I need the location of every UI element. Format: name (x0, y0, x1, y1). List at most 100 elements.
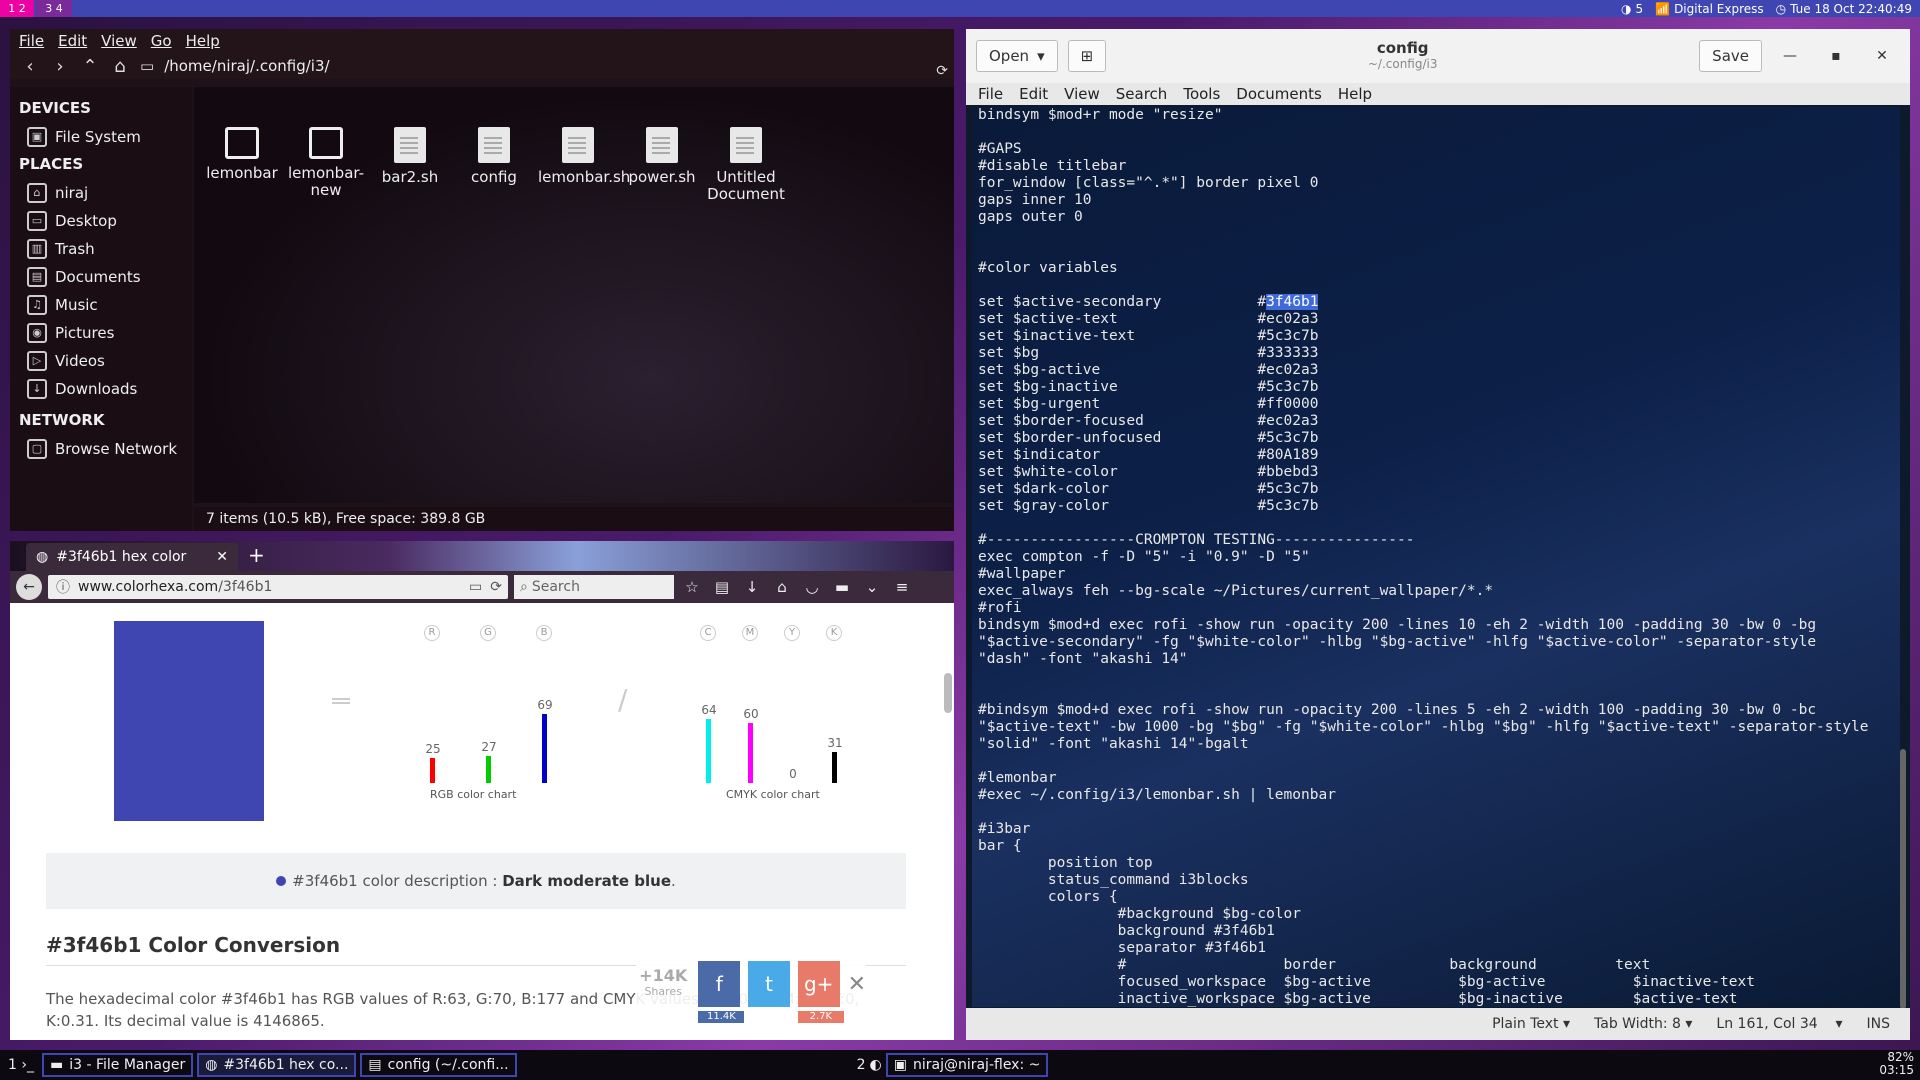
code-line: bindsym $mod+r mode "resize" (978, 107, 1223, 123)
code-line: "dash" -font "akashi 14" (978, 651, 1188, 667)
sidebar-item-pictures[interactable]: ◉ Pictures (19, 319, 192, 347)
minimize-icon[interactable]: — (1772, 48, 1808, 64)
sidebar-item-browse-network[interactable]: ▢ Browse Network (19, 435, 192, 463)
close-icon[interactable]: ✕ (848, 972, 866, 997)
file-item[interactable]: lemonbar (202, 127, 282, 182)
tab-width-selector[interactable]: Tab Width: 8 ▾ (1594, 1016, 1692, 1032)
cmyk-value-label: 31 (827, 736, 843, 750)
browser-tab[interactable]: ◍ #3f46b1 hex color ✕ (26, 543, 238, 571)
chevron-down-icon[interactable]: ⌄ (860, 578, 884, 596)
forward-arrow-icon[interactable]: › (50, 56, 70, 77)
file-item[interactable]: lemonbar-new (286, 127, 366, 199)
maximize-icon[interactable]: ▪ (1818, 48, 1854, 64)
cmyk-bars-area: 64 60 0 31 (690, 663, 850, 783)
new-tab-button[interactable]: + (248, 543, 265, 567)
home-icon: ⌂ (27, 183, 47, 203)
home-icon[interactable]: ⌂ (110, 56, 130, 77)
sidebar-item-trash[interactable]: ▥ Trash (19, 235, 192, 263)
back-arrow-icon[interactable]: ‹ (20, 56, 40, 77)
code-line: set $active-secondary #3f46b1 (978, 294, 1319, 310)
pocket-icon[interactable]: ◡ (800, 578, 824, 596)
googleplus-share-button[interactable]: g+ 2.7K (797, 961, 844, 1023)
file-item[interactable]: Untitled Document (706, 127, 786, 203)
editor-scrollbar[interactable] (1900, 749, 1906, 1009)
open-button[interactable]: Open ▾ (976, 40, 1058, 72)
url-bar[interactable]: ⓘ www.colorhexa.com/3f46b1 ▭ ⟳ (48, 575, 508, 599)
cursor-position[interactable]: Ln 161, Col 34 ▾ (1716, 1016, 1842, 1032)
sidebar-item-downloads[interactable]: ↓ Downloads (19, 375, 192, 403)
hamburger-menu-icon[interactable]: ≡ (890, 578, 914, 596)
cmyk-chart: C M Y K 64 60 0 31 CMYK color chart (690, 623, 850, 823)
twitter-share-button[interactable]: t (748, 961, 790, 1007)
menu-edit[interactable]: Edit (58, 32, 87, 50)
menu-help[interactable]: Help (186, 32, 220, 50)
menu-edit[interactable]: Edit (1019, 85, 1048, 103)
sidebar-item-file-system[interactable]: ▣ File System (19, 123, 192, 151)
scrollbar[interactable] (944, 673, 952, 713)
file-item[interactable]: bar2.sh (370, 127, 450, 186)
file-manager-icon: ▬ (49, 1057, 64, 1073)
editor-title: config ~/.config/i3 (1367, 39, 1438, 71)
back-button[interactable]: ← (16, 574, 42, 600)
menu-file[interactable]: File (978, 85, 1003, 103)
search-icon: ⌕ (520, 579, 528, 595)
menu-help[interactable]: Help (1338, 85, 1372, 103)
sidebar-item-niraj[interactable]: ⌂ niraj (19, 179, 192, 207)
reader-icon[interactable]: ▭ (469, 579, 482, 595)
facebook-share-button[interactable]: f 11.4K (698, 961, 745, 1023)
brightness-icon: ◑ (1620, 1, 1632, 16)
code-line: #background $bg-color (978, 906, 1302, 922)
save-button[interactable]: Save (1699, 40, 1762, 72)
search-input[interactable]: ⌕ Search (514, 575, 674, 599)
workspace-2-button[interactable]: 3 4 (36, 0, 72, 17)
devices-heading: DEVICES (19, 99, 91, 117)
bookmarks-list-icon[interactable]: ▤ (710, 578, 734, 596)
menu-documents[interactable]: Documents (1236, 85, 1322, 103)
home-icon[interactable]: ⌂ (770, 578, 794, 596)
task-file-manager[interactable]: ▬ i3 - File Manager (41, 1053, 194, 1077)
workspace-1-button[interactable]: 1 2 (0, 0, 34, 17)
menu-view[interactable]: View (101, 32, 137, 50)
sidebar-item-videos[interactable]: ▷ Videos (19, 347, 192, 375)
menu-search[interactable]: Search (1116, 85, 1168, 103)
close-icon[interactable]: ✕ (1864, 48, 1900, 64)
desktop-icon: ▭ (27, 211, 47, 231)
menu-view[interactable]: View (1064, 85, 1100, 103)
file-item[interactable]: power.sh (622, 127, 702, 186)
sidebar-item-music[interactable]: ♫ Music (19, 291, 192, 319)
workspace-2-label[interactable]: 2 (857, 1057, 866, 1073)
info-icon[interactable]: ⓘ (56, 577, 70, 597)
clock-icon: ◷ (1775, 1, 1787, 16)
close-tab-icon[interactable]: ✕ (216, 549, 228, 565)
path-field[interactable]: /home/niraj/.config/i3/ (164, 57, 329, 75)
sidebar-item-documents[interactable]: ▤ Documents (19, 263, 192, 291)
menu-go[interactable]: Go (151, 32, 172, 50)
sidebar-item-desktop[interactable]: ▭ Desktop (19, 207, 192, 235)
reload-icon[interactable]: ⟳ (490, 579, 502, 595)
bookmark-star-icon[interactable]: ☆ (680, 578, 704, 596)
folder-icon (225, 127, 259, 159)
editor-text-area[interactable]: bindsym $mod+r mode "resize" #GAPS #disab… (972, 107, 1900, 1007)
sidebar: DEVICES ▣ File System PLACES ⌂ niraj ▭ Desk… (10, 87, 192, 531)
refresh-icon[interactable]: ⟳ (936, 63, 948, 79)
folder-icon[interactable]: ▬ (830, 578, 854, 596)
code-line: # border background text (978, 957, 1651, 973)
music-icon: ♫ (27, 295, 47, 315)
download-icon[interactable]: ↓ (740, 578, 764, 596)
folder-icon (309, 127, 343, 159)
task-browser[interactable]: ◍ #3f46b1 hex co... (197, 1053, 357, 1077)
up-arrow-icon[interactable]: ⌃ (80, 56, 100, 77)
network-icon: ▢ (27, 439, 47, 459)
launcher[interactable]: 1 ›_ (8, 1057, 34, 1073)
task-terminal[interactable]: ▣ niraj@niraj-flex: ~ (885, 1053, 1049, 1077)
code-line: #color variables (978, 260, 1118, 276)
file-item[interactable]: config (454, 127, 534, 186)
file-item[interactable]: lemonbar.sh (538, 127, 630, 186)
status-area: ◑ 5 📶 Digital Express ◷ Tue 18 Oct 22:40:49 (1621, 2, 1920, 16)
language-selector[interactable]: Plain Text ▾ (1492, 1016, 1570, 1032)
task-editor[interactable]: ▤ config (~/.confi... (360, 1053, 517, 1077)
new-tab-button[interactable]: ⊞ (1067, 40, 1107, 72)
menu-file[interactable]: File (19, 32, 44, 50)
menu-tools[interactable]: Tools (1183, 85, 1220, 103)
code-line: set $bg #333333 (978, 345, 1319, 361)
